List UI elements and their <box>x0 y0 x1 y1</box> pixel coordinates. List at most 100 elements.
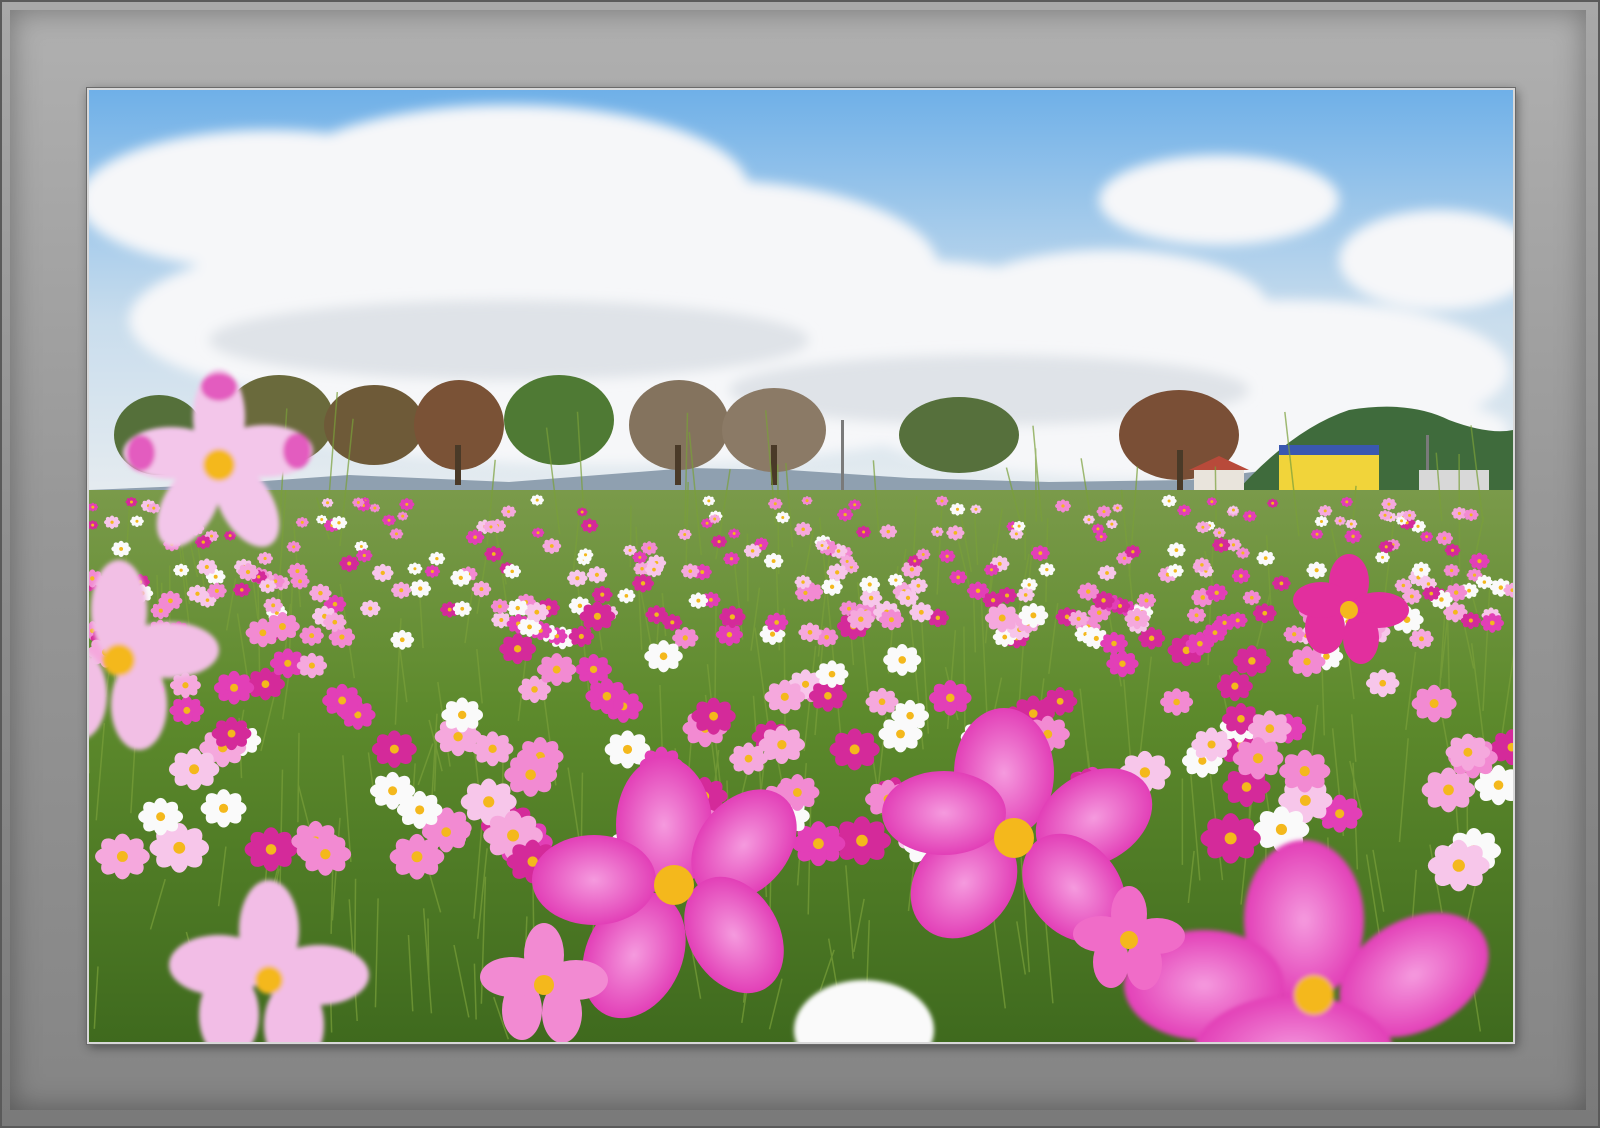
cosmos-flower <box>764 612 789 633</box>
cosmos-flower <box>1271 575 1291 592</box>
cosmos-flower <box>1016 587 1035 603</box>
cosmos-flower <box>1077 582 1100 601</box>
cosmos-flower <box>371 563 394 582</box>
cosmos-flower <box>1469 552 1490 570</box>
cosmos-flower <box>1082 514 1095 525</box>
cosmos-flower <box>130 515 144 527</box>
cosmos-flower <box>1124 607 1150 630</box>
cosmos-flower <box>815 660 849 688</box>
cosmos-flower <box>1124 544 1141 559</box>
cosmos-flower <box>1443 563 1460 578</box>
cosmos-flower <box>501 505 517 518</box>
cosmos-flower <box>1038 562 1056 577</box>
cosmos-flower <box>1212 537 1231 553</box>
cosmos-flower <box>568 625 595 648</box>
cosmos-flower <box>450 568 472 587</box>
cosmos-flower <box>360 599 381 618</box>
cosmos-flower <box>1378 509 1392 521</box>
cosmos-flower <box>859 575 881 594</box>
cosmos-flower <box>1097 565 1117 581</box>
cosmos-flower <box>1444 543 1461 557</box>
cosmos-flower <box>1112 503 1123 513</box>
cosmos-flower <box>1475 574 1493 590</box>
cosmos-flower <box>321 497 334 508</box>
cosmos-flower <box>1435 531 1454 546</box>
cosmos-flower <box>397 511 409 521</box>
cosmos-flower <box>1193 557 1211 573</box>
cosmos-flower <box>1314 515 1329 528</box>
cosmos-flower <box>323 612 347 633</box>
cosmos-flower <box>104 515 121 529</box>
cosmos-flower <box>147 502 161 514</box>
cosmos-flower <box>908 577 928 594</box>
cosmos-flower <box>258 578 277 594</box>
cosmos-flower <box>396 790 443 829</box>
cosmos-flower <box>815 539 829 552</box>
cosmos-flower <box>632 551 648 564</box>
cosmos-flower <box>409 579 432 598</box>
cosmos-flower <box>879 524 898 539</box>
cosmos-flower <box>1185 631 1215 656</box>
cosmos-flower <box>719 605 746 628</box>
cosmos-flower <box>1381 497 1397 511</box>
cosmos-flower <box>1030 545 1050 562</box>
cosmos-flower <box>681 563 700 579</box>
cosmos-flower <box>1200 813 1261 864</box>
cosmos-flower <box>1402 509 1417 522</box>
cosmos-flower <box>1445 733 1491 771</box>
cosmos-flower <box>768 497 783 510</box>
cosmos-flower <box>200 789 247 828</box>
cosmos-flower <box>1068 610 1090 628</box>
cosmos-flower <box>996 587 1018 604</box>
cosmos-flower <box>688 592 709 609</box>
cosmos-flower <box>186 584 209 603</box>
cosmos-flower <box>1018 602 1049 628</box>
grass-stem <box>353 878 357 965</box>
cosmos-flower <box>316 514 328 525</box>
cosmos-flower <box>949 502 966 516</box>
cosmos-flower <box>1411 684 1457 723</box>
cosmos-flower <box>691 697 736 735</box>
grass-stem <box>1034 448 1037 522</box>
cosmos-flower <box>150 602 172 620</box>
cosmos-flower <box>1420 531 1434 543</box>
cosmos-flower <box>1422 586 1441 602</box>
cosmos-flower <box>1136 592 1157 609</box>
cosmos-flower <box>949 569 968 585</box>
cosmos-flower <box>1096 505 1112 518</box>
cosmos-flower <box>1283 625 1305 644</box>
cosmos-flower <box>794 521 812 537</box>
cosmos-flower <box>821 577 843 596</box>
cosmos-flower <box>232 582 251 598</box>
cosmos-flower <box>826 563 848 582</box>
utility-pole <box>841 420 844 500</box>
cosmos-flower <box>211 716 252 751</box>
cosmos-flower <box>1191 727 1232 762</box>
cosmos-flower <box>391 581 412 599</box>
cosmos-flower <box>1042 686 1078 716</box>
cosmos-flower <box>471 580 492 598</box>
cosmos-flower <box>1177 504 1192 517</box>
cosmos-flower <box>801 496 813 506</box>
cosmos-flower <box>836 507 854 522</box>
cosmos-flower <box>1231 568 1251 584</box>
cosmos-flower <box>856 525 872 539</box>
cosmos-flower <box>339 555 360 572</box>
cosmos-flower <box>794 574 812 590</box>
cosmos-flower <box>1233 645 1271 677</box>
cosmos-flower <box>356 548 373 563</box>
cosmos-flower <box>1186 607 1207 624</box>
cosmos-flower <box>1344 529 1362 544</box>
cosmos-flower <box>257 551 273 566</box>
cosmos-flower <box>878 609 904 631</box>
cosmos-flower <box>490 598 510 615</box>
cosmos-flower <box>1463 508 1479 522</box>
cosmos-flower <box>1267 498 1279 508</box>
cosmos-flower <box>138 797 184 836</box>
cosmos-flower <box>530 494 544 506</box>
cosmos-flower <box>465 529 485 545</box>
cosmos-flower <box>1306 561 1327 579</box>
cosmos-flower <box>743 543 762 559</box>
cosmos-flower <box>213 670 255 705</box>
cosmos-flower <box>946 525 965 541</box>
